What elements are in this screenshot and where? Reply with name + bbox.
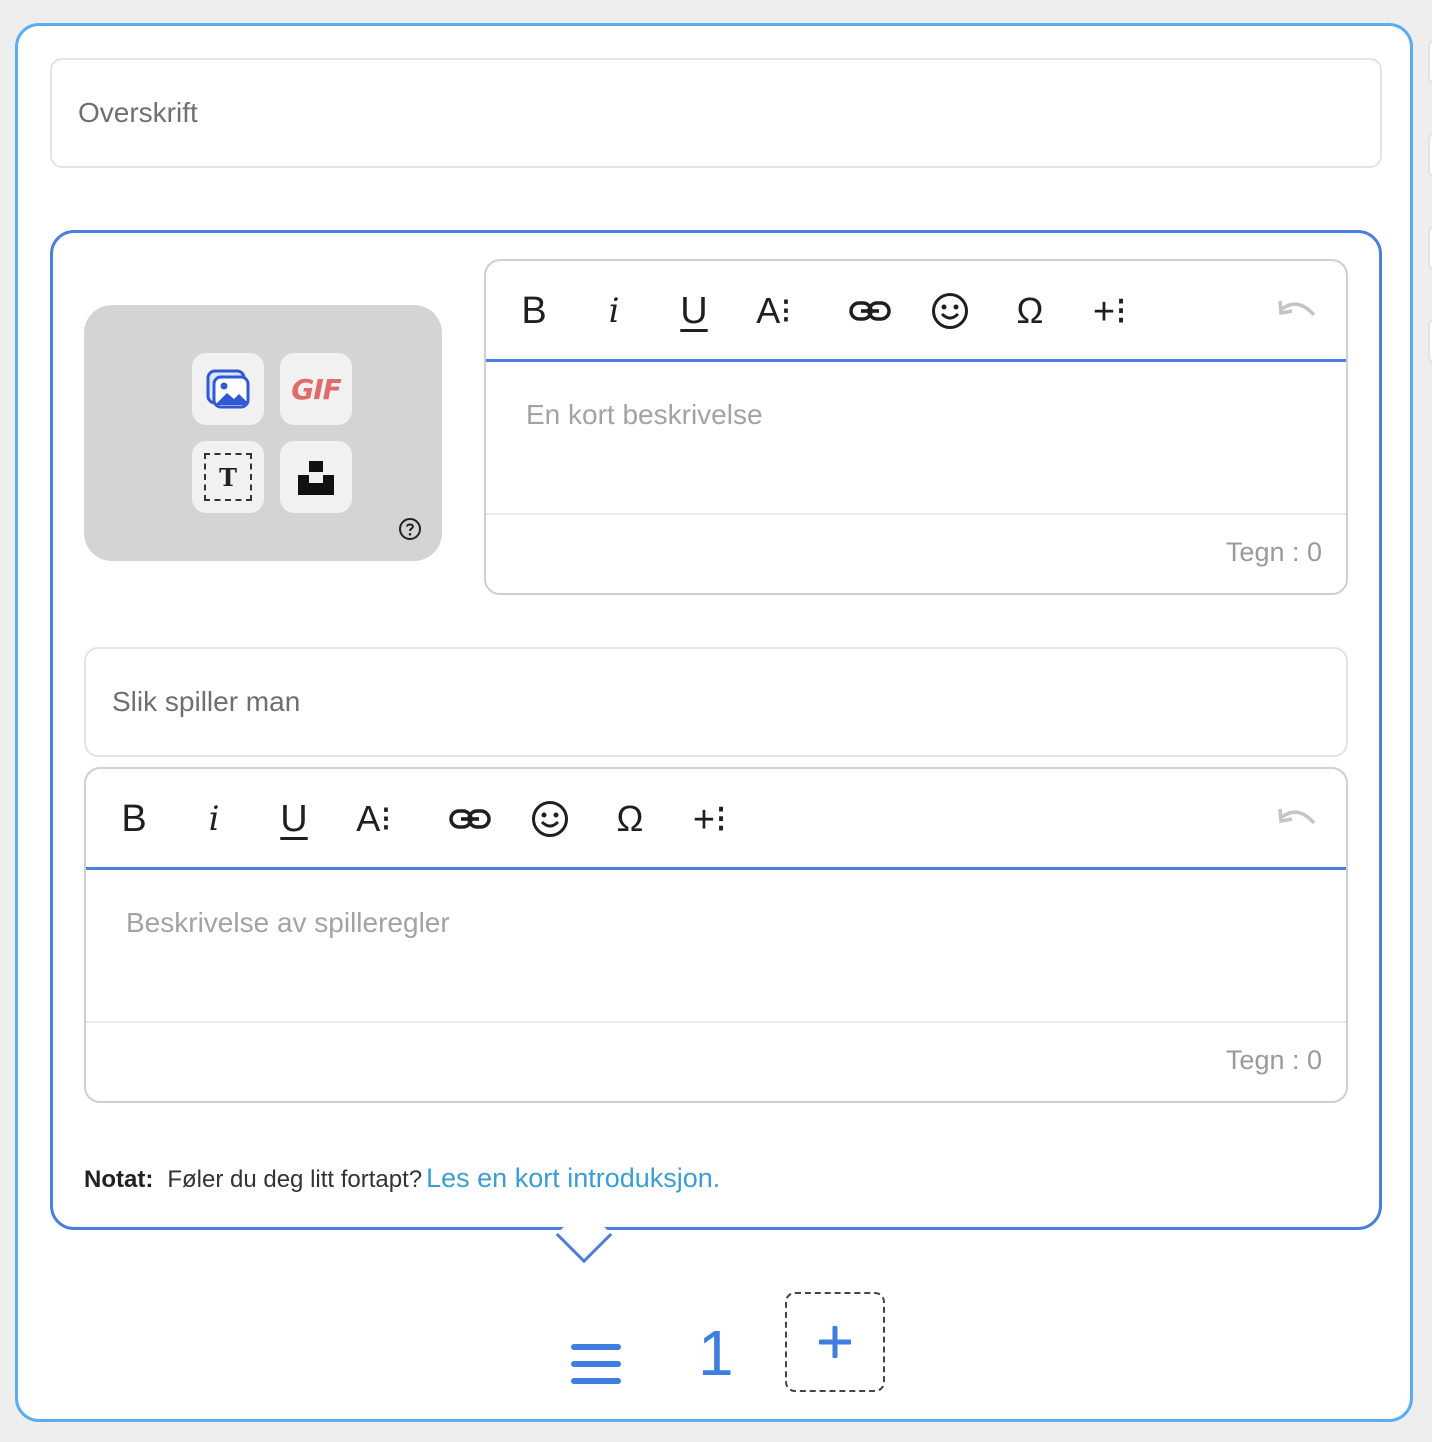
unsplash-icon <box>298 461 334 495</box>
underline-label: U <box>680 289 708 332</box>
undo-icon <box>1278 808 1316 825</box>
rules-editor: B i U A⁝ Ω +⁝ Beskrivelse av spilleregle… <box>84 767 1348 1103</box>
special-character-button[interactable]: Ω <box>606 795 654 843</box>
slide-card: Overskrift GIF T B i U A⁝ Ω +⁝ En kort b… <box>15 23 1413 1422</box>
insert-more-button[interactable]: +⁝ <box>686 795 734 843</box>
italic-label: i <box>608 291 620 331</box>
slide-number[interactable]: 1 <box>698 1316 734 1390</box>
slide-navigator: 1 <box>18 1276 1410 1396</box>
unsplash-button[interactable] <box>280 441 352 513</box>
rules-footer: Tegn : 0 <box>86 1021 1346 1101</box>
help-circle-icon[interactable] <box>398 517 422 541</box>
link-icon <box>849 301 891 321</box>
emoji-button[interactable] <box>926 287 974 335</box>
insert-more-label: +⁝ <box>692 798 728 841</box>
smiley-icon <box>532 801 568 837</box>
font-size-label: A⁝ <box>756 290 792 331</box>
image-icon <box>206 369 250 409</box>
description-text-area[interactable]: En kort beskrivelse <box>526 399 763 431</box>
plus-icon <box>819 1326 851 1358</box>
note-label: Notat: <box>84 1166 154 1193</box>
italic-label: i <box>208 799 220 839</box>
insert-more-button[interactable]: +⁝ <box>1086 287 1134 335</box>
headline-input[interactable]: Overskrift <box>50 58 1382 168</box>
text-overlay-button[interactable]: T <box>192 441 264 513</box>
italic-button[interactable]: i <box>190 795 238 843</box>
text-frame-label: T <box>219 462 237 492</box>
omega-label: Ω <box>616 798 644 839</box>
side-handle <box>1428 40 1432 84</box>
help-note: Notat: Føler du deg litt fortapt? Les en… <box>84 1163 720 1194</box>
side-handle <box>1428 226 1432 270</box>
font-size-button[interactable]: A⁝ <box>350 795 398 843</box>
bold-label: B <box>121 797 147 840</box>
undo-button[interactable] <box>1274 287 1322 335</box>
link-button[interactable] <box>846 287 894 335</box>
link-button[interactable] <box>446 795 494 843</box>
description-footer: Tegn : 0 <box>486 513 1346 593</box>
rules-placeholder: Beskrivelse av spilleregler <box>126 907 450 938</box>
side-handle <box>1428 133 1432 177</box>
undo-button[interactable] <box>1274 795 1322 843</box>
font-size-button[interactable]: A⁝ <box>750 287 798 335</box>
underline-button[interactable]: U <box>670 287 718 335</box>
undo-icon <box>1278 300 1316 317</box>
note-text: Føler du deg litt fortapt? <box>167 1166 423 1193</box>
underline-button[interactable]: U <box>270 795 318 843</box>
media-picker: GIF T <box>84 305 442 561</box>
headline-placeholder: Overskrift <box>78 97 198 128</box>
bold-label: B <box>521 289 547 332</box>
smiley-icon <box>932 293 968 329</box>
rules-title-placeholder: Slik spiller man <box>112 686 301 717</box>
gif-button[interactable]: GIF <box>280 353 352 425</box>
link-icon <box>449 809 491 829</box>
insert-more-label: +⁝ <box>1092 290 1128 333</box>
add-slide-button[interactable] <box>785 1292 885 1392</box>
character-counter: Tegn : 0 <box>1225 1045 1322 1075</box>
rules-title-input[interactable]: Slik spiller man <box>84 647 1348 757</box>
text-frame-icon: T <box>204 453 252 501</box>
bold-button[interactable]: B <box>510 287 558 335</box>
intro-link[interactable]: Les en kort introduksjon. <box>426 1163 720 1194</box>
image-upload-button[interactable] <box>192 353 264 425</box>
character-counter: Tegn : 0 <box>1225 537 1322 567</box>
side-handle <box>1428 319 1432 363</box>
special-character-button[interactable]: Ω <box>1006 287 1054 335</box>
rules-toolbar: B i U A⁝ Ω +⁝ <box>86 769 1346 870</box>
menu-icon[interactable] <box>571 1342 621 1386</box>
omega-label: Ω <box>1016 290 1044 331</box>
italic-button[interactable]: i <box>590 287 638 335</box>
bold-button[interactable]: B <box>110 795 158 843</box>
slide-content-panel: GIF T B i U A⁝ Ω +⁝ En kort beskrivelse … <box>50 230 1382 1230</box>
description-placeholder: En kort beskrivelse <box>526 399 763 430</box>
description-editor: B i U A⁝ Ω +⁝ En kort beskrivelse Tegn:… <box>484 259 1348 595</box>
rules-text-area[interactable]: Beskrivelse av spilleregler <box>126 907 450 939</box>
underline-label: U <box>280 797 308 840</box>
emoji-button[interactable] <box>526 795 574 843</box>
description-toolbar: B i U A⁝ Ω +⁝ <box>486 261 1346 362</box>
font-size-label: A⁝ <box>356 798 392 839</box>
gif-label: GIF <box>291 372 342 406</box>
